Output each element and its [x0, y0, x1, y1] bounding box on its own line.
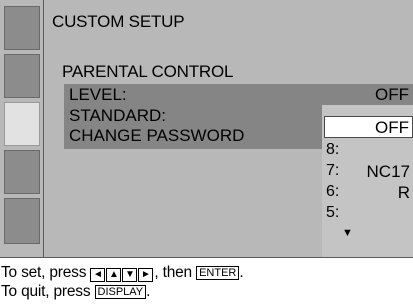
category-tab-2[interactable] [4, 54, 40, 98]
dropdown-option[interactable]: 6: R [326, 183, 413, 203]
dropdown-option[interactable]: 8: [326, 141, 413, 161]
instruction-quit-prefix: To quit, press [1, 283, 91, 300]
scroll-down-arrow-icon[interactable]: ▼ [342, 227, 353, 239]
level-value: OFF [375, 85, 409, 104]
instruction-line-quit: To quit, press DISPLAY. [1, 283, 150, 301]
option-label: NC17 [366, 162, 410, 181]
menu-title: CUSTOM SETUP [52, 12, 185, 31]
instruction-set-mid: , then [154, 264, 192, 281]
instruction-line-set: To set, press ◄ ▲ ▼ ►, then ENTER. [1, 264, 244, 282]
change-password-label[interactable]: CHANGE PASSWORD [69, 126, 244, 146]
level-label: LEVEL: [69, 85, 127, 104]
level-dropdown[interactable]: OFF 8: 7: NC17 6: R 5: ▼ [322, 105, 413, 269]
instruction-set-suffix: . [239, 264, 244, 281]
option-number: 8: [326, 141, 340, 158]
dropdown-option[interactable]: 7: NC17 [326, 162, 413, 182]
dropdown-selected-option[interactable]: OFF [324, 116, 413, 138]
standard-row[interactable]: STANDARD: CHANGE PASSWORD [64, 105, 322, 149]
option-number: 5: [326, 204, 340, 221]
option-number: 6: [326, 183, 340, 200]
option-number: 7: [326, 162, 340, 179]
option-label: R [397, 183, 410, 202]
instruction-set-prefix: To set, press [1, 264, 87, 281]
dropdown-selected-label: OFF [375, 118, 409, 137]
down-arrow-key-icon: ▼ [122, 268, 138, 282]
right-arrow-key-icon: ► [138, 268, 154, 282]
standard-label: STANDARD: [69, 106, 166, 125]
category-tab-1[interactable] [4, 6, 40, 50]
setup-panel: CUSTOM SETUP PARENTAL CONTROL LEVEL: OFF… [44, 0, 413, 284]
left-arrow-key-icon: ◄ [90, 268, 106, 282]
category-tab-custom-setup[interactable] [4, 102, 40, 146]
dropdown-option[interactable]: 5: [326, 204, 413, 224]
menu-subtitle: PARENTAL CONTROL [62, 62, 234, 81]
category-tab-5[interactable] [4, 198, 40, 244]
category-tab-4[interactable] [4, 150, 40, 194]
level-row[interactable]: LEVEL: OFF [64, 84, 413, 105]
setup-category-column [0, 0, 43, 284]
display-key-icon: DISPLAY [94, 285, 147, 299]
instruction-quit-suffix: . [146, 283, 151, 300]
up-arrow-key-icon: ▲ [106, 268, 122, 282]
enter-key-icon: ENTER [196, 266, 240, 280]
